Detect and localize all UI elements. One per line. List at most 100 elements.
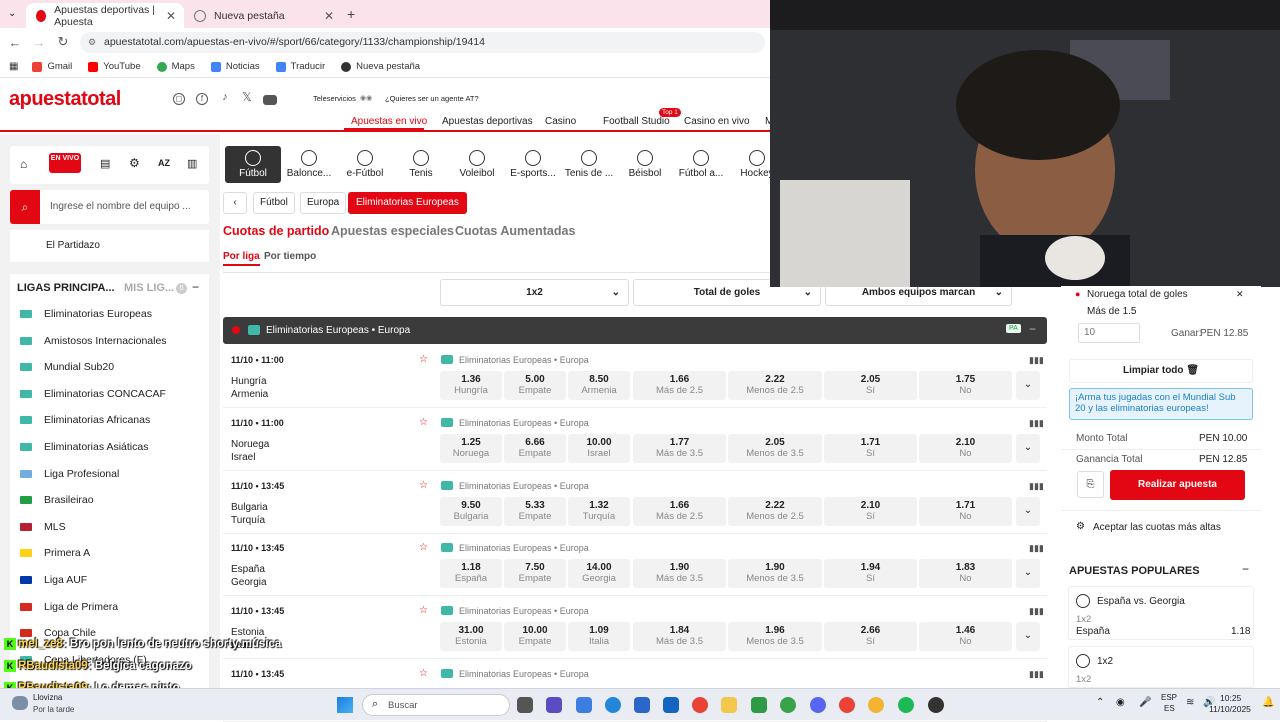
odds-button[interactable]: 2.05 Sí bbox=[824, 371, 917, 400]
notifications-icon[interactable]: 🔔 bbox=[1262, 697, 1274, 708]
tab-por-tiempo[interactable]: Por tiempo bbox=[264, 251, 316, 262]
gear-icon[interactable]: ⚙ bbox=[129, 156, 140, 170]
league-item[interactable]: Primera A bbox=[20, 547, 90, 559]
match-row[interactable]: 11/10 • 13:45 ☆ Eliminatorias Europeas • E… bbox=[223, 601, 1047, 660]
new-tab-plus-icon[interactable]: + bbox=[347, 6, 355, 22]
breadcrumb-europa[interactable]: Europa bbox=[300, 192, 347, 214]
tab-my-leagues[interactable]: MIS LIG... bbox=[124, 282, 174, 294]
sport-tab[interactable]: Balonce... bbox=[281, 146, 337, 183]
league-item[interactable]: Eliminatorias Africanas bbox=[20, 414, 150, 426]
tab-cuotas-aumentadas[interactable]: Cuotas Aumentadas bbox=[455, 224, 575, 238]
accept-odds-option[interactable]: Aceptar las cuotas más altas bbox=[1093, 522, 1221, 533]
odds-button[interactable]: 2.05 Menos de 3.5 bbox=[728, 433, 822, 463]
expand-chevron-icon[interactable]: ⌄ bbox=[1016, 496, 1040, 526]
phone-icons[interactable]: ◉◉ bbox=[360, 94, 372, 102]
odds-button[interactable]: 2.10 No bbox=[919, 433, 1012, 463]
copilot-icon[interactable] bbox=[576, 697, 592, 713]
league-header[interactable]: Eliminatorias Europeas • Europa PA − bbox=[223, 317, 1047, 344]
live-button[interactable]: EN VIVO bbox=[49, 153, 81, 173]
odds-button[interactable]: 10.00 Empate bbox=[504, 622, 566, 652]
place-bet-button[interactable]: Realizar apuesta bbox=[1110, 470, 1245, 500]
chrome-icon[interactable] bbox=[839, 697, 855, 713]
teams-icon[interactable] bbox=[546, 697, 562, 713]
url-field[interactable]: ⚙ apuestatotal.com/apuestas-en-vivo/#/sp… bbox=[80, 32, 765, 53]
bookmark-noticias[interactable]: Noticias bbox=[210, 61, 260, 72]
odds-button[interactable]: 1.71 No bbox=[919, 496, 1012, 526]
league-item[interactable]: Liga Profesional bbox=[20, 468, 119, 480]
sport-tab[interactable]: Béisbol bbox=[617, 146, 673, 183]
mic-icon[interactable]: 🎤 bbox=[1139, 697, 1151, 708]
league-item[interactable]: Amistosos Internacionales bbox=[20, 335, 167, 347]
sport-tab[interactable]: e-Fútbol bbox=[337, 146, 393, 183]
discord-icon[interactable] bbox=[810, 697, 826, 713]
sport-tab[interactable]: Tenis bbox=[393, 146, 449, 183]
league-item[interactable]: Eliminatorias CONCACAF bbox=[20, 388, 166, 400]
odds-button[interactable]: 2.10 Sí bbox=[824, 496, 917, 526]
odds-button[interactable]: 1.75 No bbox=[919, 371, 1012, 400]
nav-apuestas-deportivas[interactable]: Apuestas deportivas bbox=[442, 116, 533, 127]
odds-button[interactable]: 8.50 Armenia bbox=[568, 371, 630, 400]
x-twitter-icon[interactable]: 𝕏 bbox=[241, 91, 253, 105]
gear-icon[interactable]: ⚙ bbox=[1076, 521, 1085, 532]
reload-icon[interactable]: ↻ bbox=[51, 34, 75, 50]
odds-button[interactable]: 1.90 Menos de 3.5 bbox=[728, 559, 822, 589]
tab-apuestas-especiales[interactable]: Apuestas especiales bbox=[331, 224, 454, 238]
search-icon[interactable]: ⌕ bbox=[10, 190, 40, 224]
selector-1x2[interactable]: 1x2 ⌄ bbox=[440, 279, 629, 306]
back-chevron-icon[interactable]: ‹ bbox=[223, 192, 247, 214]
odds-button[interactable]: 1.66 Más de 2.5 bbox=[633, 371, 726, 400]
match-row[interactable]: 11/10 • 13:45 ☆ Eliminatorias Europeas • E… bbox=[223, 475, 1047, 534]
weather-text[interactable]: Llovizna bbox=[33, 693, 62, 702]
star-icon[interactable]: ☆ bbox=[419, 542, 428, 553]
expand-chevron-icon[interactable]: ⌄ bbox=[1016, 371, 1040, 400]
agent-link[interactable]: ¿Quieres ser un agente AT? bbox=[385, 94, 479, 103]
tab-new[interactable]: Nueva pestaña ✕ bbox=[184, 3, 342, 28]
close-icon[interactable]: ✕ bbox=[166, 9, 176, 23]
spotify-icon[interactable] bbox=[898, 697, 914, 713]
sport-tab[interactable]: Tenis de ... bbox=[561, 146, 617, 183]
stake-input[interactable]: 10 bbox=[1078, 323, 1140, 343]
odds-button[interactable]: 1.46 No bbox=[919, 622, 1012, 652]
collapse-icon[interactable]: − bbox=[1029, 322, 1036, 336]
star-icon[interactable]: ☆ bbox=[419, 417, 428, 428]
sport-tab[interactable]: E-sports... bbox=[505, 146, 561, 183]
bookmark-maps[interactable]: Maps bbox=[156, 61, 195, 72]
odds-button[interactable]: 14.00 Georgia bbox=[568, 559, 630, 589]
back-arrow-icon[interactable]: ← bbox=[3, 35, 27, 50]
match-row[interactable]: 11/10 • 13:45 ☆ Eliminatorias Europeas • E… bbox=[223, 538, 1047, 597]
windows-start-icon[interactable] bbox=[337, 697, 353, 713]
expand-chevron-icon[interactable]: ⌄ bbox=[1016, 433, 1040, 463]
outlook-icon[interactable] bbox=[663, 697, 679, 713]
bookmark-icon[interactable]: ⎘ bbox=[1077, 471, 1104, 498]
promo-banner[interactable]: ¡Arma tus jugadas con el Mundial Sub 20 … bbox=[1069, 388, 1253, 420]
league-item[interactable]: Brasileirao bbox=[20, 494, 94, 506]
partidazo-item[interactable]: El Partidazo bbox=[10, 230, 209, 262]
expand-chevron-icon[interactable]: ⌄ bbox=[1016, 559, 1040, 589]
taskbar-search[interactable]: ⌕ Buscar bbox=[362, 694, 510, 716]
breadcrumb-futbol[interactable]: Fútbol bbox=[253, 192, 295, 214]
odds-button[interactable]: 6.66 Empate bbox=[504, 433, 566, 463]
sport-tab[interactable]: Voleibol bbox=[449, 146, 505, 183]
instagram-icon[interactable]: ◻ bbox=[173, 93, 185, 105]
odds-button[interactable]: 1.66 Más de 2.5 bbox=[633, 496, 726, 526]
league-item[interactable]: Liga AUF bbox=[20, 574, 87, 586]
odds-button[interactable]: 5.00 Empate bbox=[504, 371, 566, 400]
odds-button[interactable]: 9.50 Bulgaria bbox=[440, 496, 502, 526]
breadcrumb-eliminatorias[interactable]: Eliminatorias Europeas bbox=[348, 192, 467, 214]
tab-main-leagues[interactable]: LIGAS PRINCIPA... bbox=[17, 282, 115, 294]
stats-icon[interactable]: ▥ bbox=[187, 157, 197, 170]
site-info-icon[interactable]: ⚙ bbox=[88, 32, 96, 53]
tray-chevron-icon[interactable]: ⌃ bbox=[1096, 697, 1104, 708]
close-icon[interactable]: ✕ bbox=[1236, 289, 1244, 300]
task-view-icon[interactable] bbox=[517, 697, 533, 713]
league-item[interactable]: Mundial Sub20 bbox=[20, 361, 114, 373]
bookmark-new-tab[interactable]: Nueva pestaña bbox=[341, 61, 420, 72]
language-indicator[interactable]: ESP bbox=[1161, 693, 1177, 702]
popular-item[interactable]: 1x2 1x2 bbox=[1068, 646, 1254, 688]
youtube-icon[interactable] bbox=[263, 95, 277, 105]
nav-casino-en-vivo[interactable]: Casino en vivo bbox=[684, 116, 750, 127]
odds-button[interactable]: 1.96 Menos de 3.5 bbox=[728, 622, 822, 652]
odds-button[interactable]: 2.66 Sí bbox=[824, 622, 917, 652]
home-icon[interactable]: ⌂ bbox=[20, 157, 27, 171]
odds-button[interactable]: 5.33 Empate bbox=[504, 496, 566, 526]
